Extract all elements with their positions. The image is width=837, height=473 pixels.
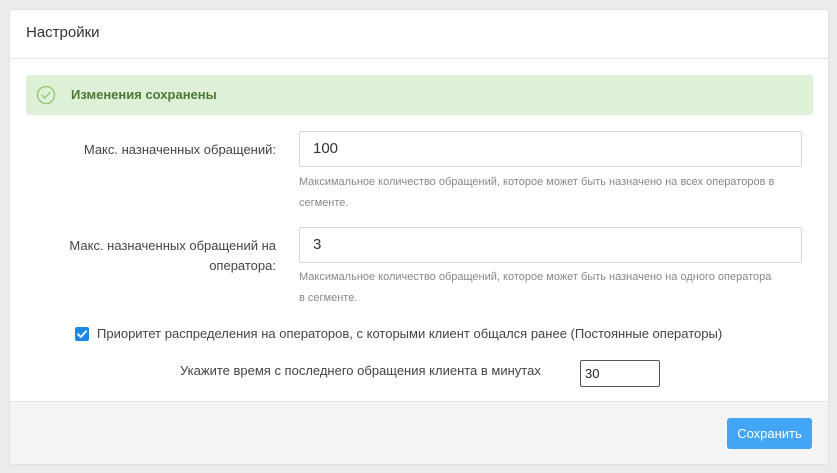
panel-header: Настройки — [10, 10, 828, 59]
priority-checkbox-label: Приоритет распределения на операторов, с… — [97, 326, 723, 341]
checkmark-icon — [77, 330, 87, 338]
max-assigned-input[interactable]: 100 — [299, 131, 802, 167]
minutes-label: Укажите время с последнего обращения кли… — [180, 363, 541, 378]
max-per-operator-help: Максимальное количество обращений, котор… — [299, 271, 772, 304]
priority-checkbox[interactable] — [75, 327, 89, 341]
alert-message: Изменения сохранены — [71, 87, 217, 102]
success-alert: Изменения сохранены — [26, 75, 813, 115]
check-circle-icon — [36, 85, 56, 105]
max-per-operator-label: Макс. назначенных обращений на оператора… — [69, 238, 276, 273]
max-per-operator-input[interactable]: 3 — [299, 227, 802, 263]
max-assigned-label: Макс. назначенных обращений: — [83, 142, 276, 157]
settings-panel: Настройки Изменения сохранены Макс. назн… — [9, 9, 829, 465]
panel-footer: Сохранить — [10, 401, 828, 464]
minutes-input[interactable]: 30 — [580, 360, 660, 387]
max-assigned-help: Максимальное количество обращений, котор… — [299, 176, 775, 209]
panel-title: Настройки — [26, 24, 100, 41]
save-button[interactable]: Сохранить — [727, 418, 812, 449]
